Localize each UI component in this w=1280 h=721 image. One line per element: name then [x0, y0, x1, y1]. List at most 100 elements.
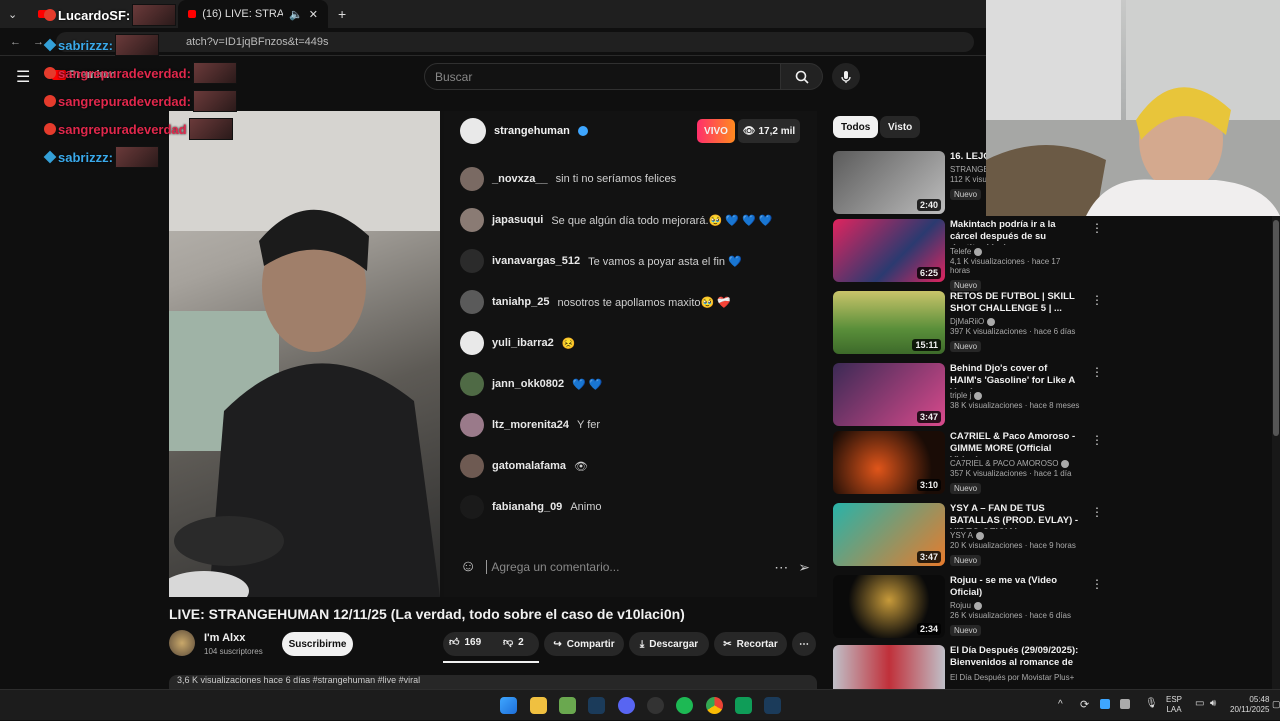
- chevron-up-icon[interactable]: ^: [1058, 699, 1063, 710]
- recommendation-thumbnail[interactable]: 3:47: [833, 363, 945, 426]
- host-avatar[interactable]: [460, 118, 486, 144]
- recommendation-thumbnail[interactable]: 3:47: [833, 503, 945, 566]
- chrome-icon[interactable]: [706, 697, 723, 714]
- notifications-icon[interactable]: ▢: [1272, 699, 1280, 710]
- recommendation-item[interactable]: El Día Después (29/09/2025): Bienvenidos…: [833, 645, 1093, 689]
- tab-menu-button[interactable]: ⌄: [0, 0, 28, 28]
- comment-user[interactable]: japasuqui: [492, 214, 543, 226]
- chip-visto[interactable]: Visto: [880, 116, 921, 138]
- channel-name[interactable]: I'm Alxx: [204, 632, 245, 644]
- sync-icon[interactable]: ⟳: [1080, 698, 1089, 711]
- recommendation-channel[interactable]: YSY A: [950, 531, 973, 540]
- recommendation-thumbnail[interactable]: 2:40: [833, 151, 945, 214]
- more-options-icon[interactable]: ⋯: [774, 559, 788, 576]
- recommendation-item[interactable]: 6:25 Makintach podría ir a la cárcel des…: [833, 219, 1103, 291]
- duration-badge: 6:25: [916, 267, 941, 279]
- recommendation-thumbnail[interactable]: 3:10: [833, 431, 945, 494]
- steam-icon[interactable]: [588, 697, 605, 714]
- network-icon[interactable]: ▭: [1195, 698, 1204, 709]
- file-explorer-icon[interactable]: [530, 697, 547, 714]
- comment-user[interactable]: taniahp_25: [492, 296, 549, 308]
- comment-user[interactable]: ltz_morenita24: [492, 419, 569, 431]
- comment-row: taniahp_25 nosotros te apollamos maxito🥹 …: [460, 290, 731, 314]
- chip-todos[interactable]: Todos: [833, 116, 879, 138]
- security-icon[interactable]: [1100, 699, 1110, 709]
- recommendation-item[interactable]: 3:10 CA7RIEL & Paco Amoroso - GIMME MORE…: [833, 431, 1103, 495]
- recommendation-item[interactable]: 2:34 Rojuu - se me va (Video Oficial) Roj…: [833, 575, 1103, 639]
- discord-icon[interactable]: [618, 697, 635, 714]
- recommendation-channel[interactable]: Rojuu: [950, 601, 971, 610]
- language-indicator[interactable]: ESP LAA: [1166, 695, 1182, 715]
- voice-search-button[interactable]: [832, 63, 860, 90]
- more-vert-icon[interactable]: ⋮: [1091, 433, 1103, 447]
- more-vert-icon[interactable]: ⋮: [1091, 221, 1103, 235]
- description-box[interactable]: 3,6 K visualizaciones hace 6 días #stran…: [169, 675, 817, 689]
- comment-user[interactable]: _novxza__: [492, 173, 548, 185]
- share-button[interactable]: ↪ Compartir: [544, 632, 624, 656]
- recommendation-item[interactable]: 3:47 Behind Djo's cover of HAIM's 'Gasol…: [833, 363, 1103, 427]
- clip-button[interactable]: ✂ Recortar: [714, 632, 787, 656]
- comment-user[interactable]: gatomalafama: [492, 460, 566, 472]
- comment-row: japasuqui Se que algún día todo mejorará.…: [460, 208, 772, 232]
- recommendation-thumbnail[interactable]: 15:11: [833, 291, 945, 354]
- more-vert-icon[interactable]: ⋮: [1091, 365, 1103, 379]
- comment-user[interactable]: jann_okk0802: [492, 378, 564, 390]
- recommendation-channel[interactable]: CA7RIEL & PACO AMOROSO: [950, 459, 1058, 468]
- clock[interactable]: 05:48 20/11/2025: [1230, 695, 1269, 715]
- recommendation-item[interactable]: 3:47 YSY A – FAN DE TUS BATALLAS (PROD. …: [833, 503, 1103, 567]
- hamburger-menu-icon[interactable]: ☰: [16, 67, 30, 87]
- comment-text: 💙 💙: [572, 378, 603, 391]
- recommendation-channel[interactable]: El Día Después por Movistar Plus+: [950, 673, 1074, 682]
- recommendation-thumbnail[interactable]: [833, 645, 945, 689]
- microphone-tray-icon[interactable]: 🎙: [1145, 698, 1158, 709]
- recommendation-title[interactable]: Makintach podría ir a la cárcel después …: [950, 219, 1080, 245]
- recommendation-item[interactable]: 15:11 RETOS DE FUTBOL | SKILL SHOT CHALL…: [833, 291, 1103, 355]
- dislike-button[interactable]: 👎︎ 2: [503, 636, 524, 649]
- search-button[interactable]: [781, 63, 823, 90]
- recommendation-title[interactable]: RETOS DE FUTBOL | SKILL SHOT CHALLENGE 5…: [950, 291, 1080, 315]
- steam-icon[interactable]: [764, 697, 781, 714]
- search-icon: [795, 70, 809, 84]
- close-tab-icon[interactable]: ✕: [309, 8, 318, 21]
- like-button[interactable]: 👍︎ 169: [449, 636, 481, 649]
- more-vert-icon[interactable]: ⋮: [1091, 505, 1103, 519]
- app-icon[interactable]: [559, 697, 576, 714]
- page-scrollbar[interactable]: [1272, 216, 1280, 689]
- overlay-emote: [114, 146, 159, 168]
- more-vert-icon[interactable]: ⋮: [1091, 577, 1103, 591]
- host-name[interactable]: strangehuman: [494, 125, 570, 137]
- windows-start-icon[interactable]: [500, 697, 517, 714]
- send-icon[interactable]: ➢: [798, 559, 810, 576]
- search-input[interactable]: Buscar: [424, 63, 781, 90]
- app-icon[interactable]: [647, 697, 664, 714]
- recommendation-channel[interactable]: Telefe: [950, 247, 971, 256]
- more-vert-icon[interactable]: ⋮: [1091, 647, 1093, 661]
- recommendation-title[interactable]: Behind Djo's cover of HAIM's 'Gasoline' …: [950, 363, 1080, 389]
- comment-user[interactable]: ivanavargas_512: [492, 255, 580, 267]
- scrollbar-thumb[interactable]: [1273, 220, 1279, 436]
- recommendation-title[interactable]: Rojuu - se me va (Video Oficial): [950, 575, 1080, 599]
- forward-arrow-icon[interactable]: →: [33, 36, 44, 48]
- recommendation-thumbnail[interactable]: 2:34: [833, 575, 945, 638]
- comment-user[interactable]: yuli_ibarra2: [492, 337, 554, 349]
- comment-input[interactable]: Agrega un comentario...: [486, 560, 764, 574]
- recommendation-thumbnail[interactable]: 6:25: [833, 219, 945, 282]
- channel-avatar[interactable]: [169, 630, 195, 656]
- emoji-icon[interactable]: ☺: [460, 558, 476, 576]
- subscribe-button[interactable]: Suscribirme: [282, 632, 353, 656]
- speaker-icon[interactable]: 🔊︎: [1210, 698, 1216, 709]
- more-actions-button[interactable]: ⋯: [792, 632, 816, 656]
- recommendation-channel[interactable]: triple j: [950, 391, 971, 400]
- new-tab-button[interactable]: +: [328, 0, 356, 28]
- spotify-icon[interactable]: [676, 697, 693, 714]
- recommendation-title[interactable]: El Día Después (29/09/2025): Bienvenidos…: [950, 645, 1080, 671]
- recommendation-channel[interactable]: DjMaRiiO: [950, 317, 984, 326]
- download-button[interactable]: ⤓ Descargar: [629, 632, 709, 656]
- app-icon[interactable]: [735, 697, 752, 714]
- recommendation-title[interactable]: YSY A – FAN DE TUS BATALLAS (PROD. EVLAY…: [950, 503, 1080, 529]
- app-tray-icon[interactable]: [1120, 699, 1130, 709]
- comment-user[interactable]: fabianahg_09: [492, 501, 562, 513]
- recommendation-title[interactable]: CA7RIEL & Paco Amoroso - GIMME MORE (Off…: [950, 431, 1080, 457]
- more-vert-icon[interactable]: ⋮: [1091, 293, 1103, 307]
- back-arrow-icon[interactable]: ←: [10, 36, 21, 48]
